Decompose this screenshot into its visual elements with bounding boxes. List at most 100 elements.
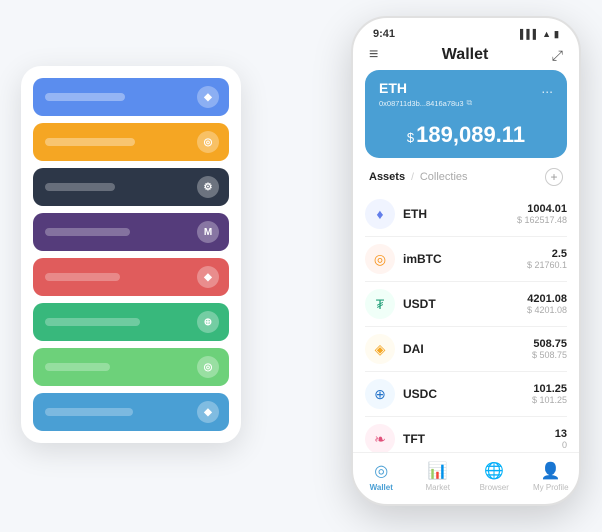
card-icon: ⚙ <box>197 176 219 198</box>
time-display: 9:41 <box>373 28 395 40</box>
assets-tabs: Assets / Collecties <box>369 171 468 183</box>
asset-amount-secondary: $ 101.25 <box>532 395 567 405</box>
card-icon: ⊕ <box>197 311 219 333</box>
asset-name: TFT <box>403 432 555 446</box>
market-nav-label: Market <box>426 483 450 492</box>
asset-amount-secondary: $ 508.75 <box>532 350 567 360</box>
card-line <box>45 408 133 416</box>
wallet-coin-name: ETH <box>379 80 472 96</box>
wifi-icon: ▲ <box>542 29 551 39</box>
asset-amounts: 101.25 $ 101.25 <box>532 383 567 405</box>
table-row[interactable]: ◎ imBTC 2.5 $ 21760.1 <box>365 237 567 282</box>
asset-amounts: 4201.08 $ 4201.08 <box>527 293 567 315</box>
asset-list: ♦ ETH 1004.01 $ 162517.48 ◎ imBTC 2.5 $ … <box>353 192 579 452</box>
asset-name: DAI <box>403 342 532 356</box>
asset-amount-primary: 101.25 <box>532 383 567 395</box>
card-stack: ◆ ◎ ⚙ M ◆ ⊕ ◎ ◆ <box>21 66 241 443</box>
card-line <box>45 93 125 101</box>
list-item[interactable]: ◆ <box>33 393 229 431</box>
list-item[interactable]: ◆ <box>33 258 229 296</box>
table-row[interactable]: ◈ DAI 508.75 $ 508.75 <box>365 327 567 372</box>
asset-amount-primary: 4201.08 <box>527 293 567 305</box>
wallet-info: ETH 0x08711d3b...8416a78u3 ⧉ <box>379 80 472 108</box>
phone-header: ≡ Wallet ⤢ <box>353 40 579 70</box>
wallet-card: ETH 0x08711d3b...8416a78u3 ⧉ ... $189,08… <box>365 70 567 158</box>
nav-item-browser[interactable]: 🌐 Browser <box>466 461 523 492</box>
wallet-amount: $189,089.11 <box>379 122 553 148</box>
table-row[interactable]: ❧ TFT 13 0 <box>365 417 567 452</box>
tab-separator: / <box>411 172 414 183</box>
tab-collecties[interactable]: Collecties <box>420 171 468 183</box>
table-row[interactable]: ♦ ETH 1004.01 $ 162517.48 <box>365 192 567 237</box>
asset-amount-secondary: $ 21760.1 <box>527 260 567 270</box>
asset-amounts: 2.5 $ 21760.1 <box>527 248 567 270</box>
market-nav-icon: 📊 <box>428 461 448 481</box>
scene: ◆ ◎ ⚙ M ◆ ⊕ ◎ ◆ <box>21 16 581 516</box>
list-item[interactable]: ◆ <box>33 78 229 116</box>
card-line <box>45 363 110 371</box>
card-icon: ◆ <box>197 401 219 423</box>
wallet-nav-label: Wallet <box>370 483 393 492</box>
usdt-icon: ₮ <box>365 289 395 319</box>
battery-icon: ▮ <box>554 29 559 40</box>
tab-assets[interactable]: Assets <box>369 171 405 183</box>
eth-icon: ♦ <box>365 199 395 229</box>
asset-amount-primary: 1004.01 <box>517 203 567 215</box>
wallet-nav-icon: ◎ <box>374 461 388 481</box>
imbtc-icon: ◎ <box>365 244 395 274</box>
list-item[interactable]: ◎ <box>33 348 229 386</box>
card-icon: M <box>197 221 219 243</box>
list-item[interactable]: ◎ <box>33 123 229 161</box>
asset-amount-primary: 13 <box>555 428 567 440</box>
browser-nav-label: Browser <box>480 483 509 492</box>
asset-amount-secondary: $ 162517.48 <box>517 215 567 225</box>
card-line <box>45 273 120 281</box>
card-line <box>45 228 130 236</box>
asset-amounts: 13 0 <box>555 428 567 450</box>
asset-amounts: 1004.01 $ 162517.48 <box>517 203 567 225</box>
usdc-icon: ⊕ <box>365 379 395 409</box>
copy-icon[interactable]: ⧉ <box>467 98 473 108</box>
status-icons: ▌▌▌ ▲ ▮ <box>520 29 559 40</box>
nav-item-wallet[interactable]: ◎ Wallet <box>353 461 410 492</box>
profile-nav-label: My Profile <box>533 483 569 492</box>
list-item[interactable]: ⊕ <box>33 303 229 341</box>
asset-amounts: 508.75 $ 508.75 <box>532 338 567 360</box>
dai-icon: ◈ <box>365 334 395 364</box>
asset-name: ETH <box>403 207 517 221</box>
card-line <box>45 138 135 146</box>
asset-name: USDT <box>403 297 527 311</box>
card-icon: ◎ <box>197 356 219 378</box>
profile-nav-icon: 👤 <box>541 461 561 481</box>
tft-icon: ❧ <box>365 424 395 452</box>
assets-header: Assets / Collecties + <box>353 168 579 192</box>
add-asset-button[interactable]: + <box>545 168 563 186</box>
asset-amount-secondary: $ 4201.08 <box>527 305 567 315</box>
asset-amount-secondary: 0 <box>555 440 567 450</box>
browser-nav-icon: 🌐 <box>484 461 504 481</box>
signal-icon: ▌▌▌ <box>520 29 539 39</box>
page-title: Wallet <box>442 46 489 64</box>
asset-amount-primary: 2.5 <box>527 248 567 260</box>
bottom-nav: ◎ Wallet 📊 Market 🌐 Browser 👤 My Profile <box>353 452 579 504</box>
status-bar: 9:41 ▌▌▌ ▲ ▮ <box>353 18 579 40</box>
card-icon: ◆ <box>197 266 219 288</box>
card-line <box>45 183 115 191</box>
asset-name: imBTC <box>403 252 527 266</box>
card-icon: ◆ <box>197 86 219 108</box>
nav-item-profile[interactable]: 👤 My Profile <box>523 461 580 492</box>
table-row[interactable]: ₮ USDT 4201.08 $ 4201.08 <box>365 282 567 327</box>
list-item[interactable]: ⚙ <box>33 168 229 206</box>
phone: 9:41 ▌▌▌ ▲ ▮ ≡ Wallet ⤢ ETH 0x08711d3b..… <box>351 16 581 506</box>
menu-icon[interactable]: ≡ <box>369 46 378 64</box>
nav-item-market[interactable]: 📊 Market <box>410 461 467 492</box>
asset-name: USDC <box>403 387 532 401</box>
wallet-menu-dots[interactable]: ... <box>541 80 553 96</box>
table-row[interactable]: ⊕ USDC 101.25 $ 101.25 <box>365 372 567 417</box>
wallet-address: 0x08711d3b...8416a78u3 ⧉ <box>379 98 472 108</box>
list-item[interactable]: M <box>33 213 229 251</box>
card-icon: ◎ <box>197 131 219 153</box>
asset-amount-primary: 508.75 <box>532 338 567 350</box>
expand-icon[interactable]: ⤢ <box>552 47 563 64</box>
card-line <box>45 318 140 326</box>
